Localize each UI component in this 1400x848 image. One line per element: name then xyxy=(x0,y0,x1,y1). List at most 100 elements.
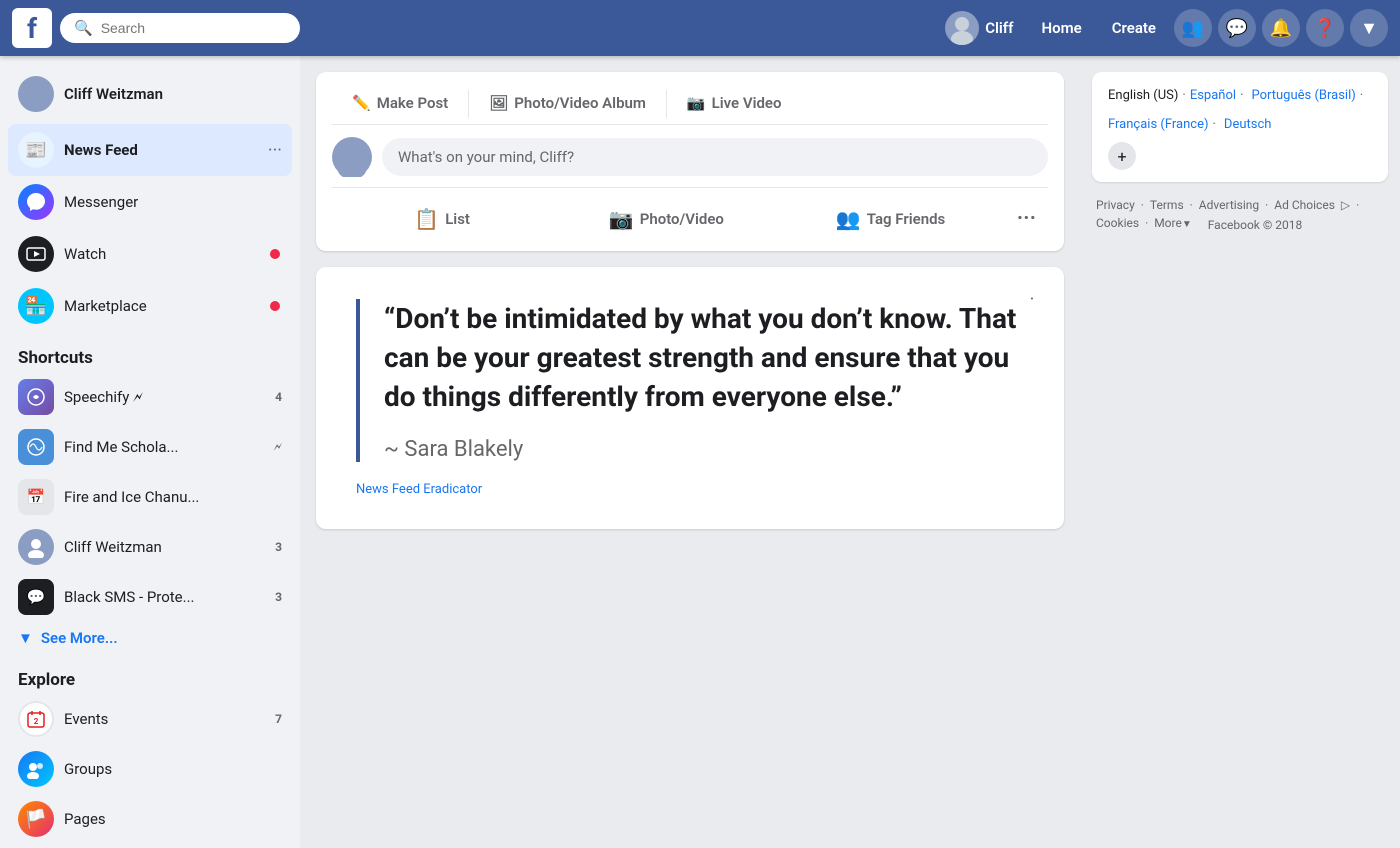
nav-user-profile[interactable]: Cliff xyxy=(935,5,1023,51)
current-language: English (US) xyxy=(1108,84,1178,109)
shortcut-find-me-scholar[interactable]: Find Me Schola... 🗲 xyxy=(8,422,292,472)
sidebar-item-watch[interactable]: Watch xyxy=(8,228,292,280)
quote-border: “Don’t be intimidated by what you don’t … xyxy=(356,299,1024,462)
more-actions-btn[interactable]: ··· xyxy=(1005,198,1048,239)
sidebar-item-news-feed[interactable]: 📰 News Feed ··· xyxy=(8,124,292,176)
post-input-row: What's on your mind, Cliff? xyxy=(332,137,1048,177)
search-icon: 🔍 xyxy=(74,19,93,37)
sidebar-item-label: News Feed xyxy=(64,141,258,159)
lang-deutsch[interactable]: Deutsch xyxy=(1224,113,1272,138)
black-sms-icon: 💬 xyxy=(18,579,54,615)
add-language-btn[interactable]: + xyxy=(1108,142,1136,170)
right-sidebar: English (US) · Español · Português (Bras… xyxy=(1080,56,1400,848)
sidebar-item-label: Marketplace xyxy=(64,297,282,315)
friends-icon[interactable]: 👥 xyxy=(1174,9,1212,47)
speechify-icon xyxy=(18,379,54,415)
sidebar-item-label: Messenger xyxy=(64,193,282,211)
live-video-tab[interactable]: 📷 Live Video xyxy=(667,84,802,124)
explore-label: Pages xyxy=(64,810,282,828)
avatar xyxy=(945,11,979,45)
notifications-icon[interactable]: 🔔 xyxy=(1262,9,1300,47)
facebook-logo[interactable]: f xyxy=(12,8,52,48)
find-me-scholar-icon xyxy=(18,429,54,465)
shortcut-label: Speechify 🗲 xyxy=(64,388,265,406)
explore-pages[interactable]: 🏳️ Pages xyxy=(8,794,292,844)
shortcut-badge: 4 xyxy=(275,390,282,404)
chevron-down-icon: ▼ xyxy=(18,629,33,647)
sidebar-profile-name: Cliff Weitzman xyxy=(64,85,163,103)
footer-privacy[interactable]: Privacy xyxy=(1096,198,1135,214)
shortcut-label: Cliff Weitzman xyxy=(64,538,265,556)
video-icon: 📷 xyxy=(687,94,706,112)
explore-label: Groups xyxy=(64,760,282,778)
post-tabs: ✏️ Make Post 🖼 Photo/Video Album 📷 Live … xyxy=(332,84,1048,125)
make-post-tab[interactable]: ✏️ Make Post xyxy=(332,84,468,124)
shortcut-badge: 3 xyxy=(275,540,282,554)
help-icon[interactable]: ❓ xyxy=(1306,9,1344,47)
svg-text:2: 2 xyxy=(34,717,39,726)
post-input[interactable]: What's on your mind, Cliff? xyxy=(382,138,1048,176)
explore-label: Events xyxy=(64,710,265,728)
shortcut-label: Fire and Ice Chanu... xyxy=(64,488,282,506)
pages-icon: 🏳️ xyxy=(18,801,54,837)
lang-francais[interactable]: Français (France) xyxy=(1108,113,1209,138)
footer-advertising[interactable]: Advertising xyxy=(1199,198,1259,214)
create-button[interactable]: Create xyxy=(1100,11,1168,45)
messenger-icon[interactable]: 💬 xyxy=(1218,9,1256,47)
sidebar-item-marketplace[interactable]: 🏪 Marketplace xyxy=(8,280,292,332)
avatar xyxy=(18,76,54,112)
footer-terms[interactable]: Terms xyxy=(1150,198,1184,214)
marketplace-notification-dot xyxy=(270,301,280,311)
quote-author: ~ Sara Blakely xyxy=(384,437,1024,462)
quote-text: “Don’t be intimidated by what you don’t … xyxy=(384,299,1024,417)
lang-portugues[interactable]: Português (Brasil) xyxy=(1251,84,1355,109)
shortcut-cliff-weitzman[interactable]: Cliff Weitzman 3 xyxy=(8,522,292,572)
nav-username: Cliff xyxy=(985,19,1013,37)
post-avatar xyxy=(332,137,372,177)
quote-options-btn[interactable]: · xyxy=(1016,283,1048,315)
photo-video-action-btn[interactable]: 📷 Photo/Video xyxy=(556,198,776,239)
sidebar-item-label: Watch xyxy=(64,245,282,263)
tag-friends-action-btn[interactable]: 👥 Tag Friends xyxy=(780,198,1000,239)
post-box: ✏️ Make Post 🖼 Photo/Video Album 📷 Live … xyxy=(316,72,1064,251)
dropdown-icon[interactable]: ▼ xyxy=(1350,9,1388,47)
shortcuts-title: Shortcuts xyxy=(8,340,292,372)
explore-live-video[interactable]: LIVE Live Video xyxy=(8,844,292,848)
watch-icon xyxy=(18,236,54,272)
home-button[interactable]: Home xyxy=(1029,11,1093,45)
quote-source[interactable]: News Feed Eradicator xyxy=(356,482,1024,497)
footer-ad-choices[interactable]: Ad Choices xyxy=(1274,198,1335,214)
footer-cookies[interactable]: Cookies xyxy=(1096,216,1139,234)
shortcut-fire-ice[interactable]: 📅 Fire and Ice Chanu... xyxy=(8,472,292,522)
shortcuts-see-more[interactable]: ▼ See More... xyxy=(8,622,292,654)
explore-events[interactable]: 2 Events 7 xyxy=(8,694,292,744)
language-links: English (US) · Español · Português (Bras… xyxy=(1108,84,1372,138)
lang-espanol[interactable]: Español xyxy=(1190,84,1236,109)
fire-ice-icon: 📅 xyxy=(18,479,54,515)
post-actions: 📋 List 📷 Photo/Video 👥 Tag Friends ··· xyxy=(332,187,1048,239)
sidebar-item-messenger[interactable]: Messenger xyxy=(8,176,292,228)
list-action-btn[interactable]: 📋 List xyxy=(332,198,552,239)
search-input[interactable] xyxy=(101,20,286,36)
explore-groups[interactable]: Groups xyxy=(8,744,292,794)
shortcut-speechify[interactable]: Speechify 🗲 4 xyxy=(8,372,292,422)
shortcut-badge: 3 xyxy=(275,590,282,604)
ad-choices-icon: ▷ xyxy=(1341,198,1350,214)
shortcut-black-sms[interactable]: 💬 Black SMS - Prote... 3 xyxy=(8,572,292,622)
photo-icon: 🖼 xyxy=(489,94,508,112)
photo-video-tab[interactable]: 🖼 Photo/Video Album xyxy=(469,84,666,124)
events-icon: 2 xyxy=(18,701,54,737)
news-feed-icon: 📰 xyxy=(18,132,54,168)
explore-title: Explore xyxy=(8,662,292,694)
language-row: English (US) · Español · Português (Bras… xyxy=(1108,84,1372,170)
quote-post: · “Don’t be intimidated by what you don’… xyxy=(316,267,1064,529)
watch-notification-dot xyxy=(270,249,280,259)
footer-more[interactable]: More▼ xyxy=(1154,216,1192,234)
messenger-icon xyxy=(18,184,54,220)
language-box: English (US) · Español · Português (Bras… xyxy=(1092,72,1388,182)
groups-icon xyxy=(18,751,54,787)
lightning-icon: 🗲 xyxy=(273,440,282,455)
sidebar-profile[interactable]: Cliff Weitzman xyxy=(8,68,292,120)
news-feed-options-icon[interactable]: ··· xyxy=(268,140,282,161)
shortcut-label: Black SMS - Prote... xyxy=(64,588,265,606)
